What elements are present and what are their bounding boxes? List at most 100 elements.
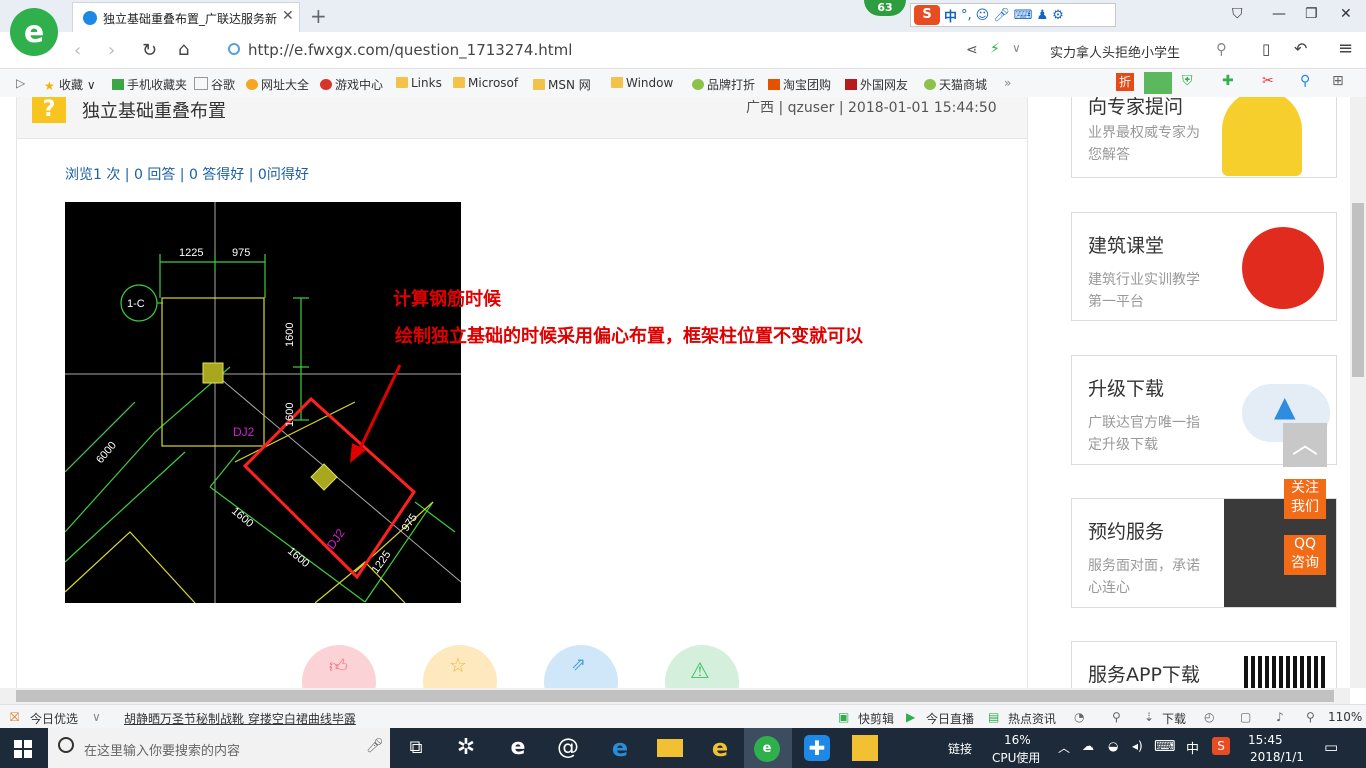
headline-link[interactable]: 胡静晒万圣节秘制战靴 穿搂空白裙曲线毕露 — [124, 710, 356, 727]
shirt-icon[interactable]: ⛉ — [1232, 6, 1243, 22]
plus-app-icon[interactable]: ✚ — [802, 733, 834, 763]
speed-icon[interactable]: ◔ — [1074, 710, 1084, 724]
bookmark-item[interactable]: 品牌打折 — [692, 76, 755, 93]
translate-icon[interactable]: ✚ — [1222, 73, 1234, 89]
bookmark-folder[interactable]: Microsof — [453, 76, 518, 90]
bookmark-item[interactable]: 天猫商城 — [924, 76, 987, 93]
minimize-icon[interactable]: — — [1272, 6, 1286, 22]
live-link[interactable]: 今日直播 — [926, 710, 974, 727]
today-picks-link[interactable]: 今日优选 — [30, 710, 78, 727]
lightning-icon[interactable]: ⚡ — [990, 41, 1000, 57]
skin-icon[interactable]: ♟ — [1037, 8, 1049, 23]
notes-app-icon[interactable] — [850, 733, 882, 763]
news-link[interactable]: 热点资讯 — [1008, 710, 1056, 727]
site-info-icon[interactable] — [228, 43, 240, 55]
edge-browser-icon[interactable]: e — [604, 733, 636, 763]
back-to-top-button[interactable]: ︿ — [1283, 423, 1327, 467]
notification-center-icon[interactable]: ▭ — [1324, 738, 1338, 756]
tools-icon[interactable]: ⚙ — [1052, 8, 1064, 23]
bookmark-item[interactable]: ★ 收藏 ∨ — [44, 76, 96, 93]
sidebar-toggle-icon[interactable]: ▷ — [16, 76, 25, 90]
restore-icon[interactable]: ❐ — [1305, 6, 1318, 22]
pin-icon[interactable]: ⚲ — [1112, 710, 1121, 724]
quick-cut-link[interactable]: 快剪辑 — [858, 710, 894, 727]
shield-icon[interactable]: ⛨ — [1182, 73, 1193, 89]
task-view-icon[interactable]: ⧉ — [400, 733, 432, 763]
scissors-icon[interactable]: ✂ — [1262, 73, 1274, 89]
keyboard-icon[interactable]: ⌨ — [1014, 8, 1033, 23]
undo-icon[interactable]: ↶ — [1294, 39, 1307, 58]
punctuation-icon[interactable]: °, — [961, 8, 972, 23]
people-icon[interactable]: ☁ — [1082, 739, 1094, 753]
close-window-icon[interactable]: ✕ — [1340, 6, 1352, 22]
mobile-icon[interactable]: ▯ — [1262, 40, 1270, 58]
refresh-icon[interactable]: ↻ — [142, 40, 157, 61]
fan-app-icon[interactable]: ✲ — [450, 733, 482, 763]
windows-start-icon[interactable] — [14, 740, 32, 758]
microphone-icon[interactable]: 🎤︎ — [993, 8, 1010, 23]
tab-close-icon[interactable]: ✕ — [282, 8, 294, 24]
show-hidden-icons[interactable]: ︿ — [1058, 739, 1070, 756]
microphone-icon[interactable]: 🎤︎ — [366, 738, 384, 754]
zoom-level[interactable]: 110% — [1328, 710, 1362, 724]
share-icon[interactable]: ⋖ — [966, 42, 978, 58]
download-link[interactable]: 下载 — [1162, 710, 1186, 727]
sidebar-card-app[interactable]: 服务APP下载 — [1071, 641, 1337, 688]
bookmark-folder[interactable]: Links — [396, 76, 442, 90]
home-icon[interactable]: ⌂ — [178, 39, 189, 60]
bookmark-item[interactable]: 游戏中心 — [320, 76, 383, 93]
taskbar-search-box[interactable]: 在这里输入你要搜索的内容 🎤︎ — [48, 728, 390, 768]
active-browser-task[interactable]: e — [744, 728, 792, 768]
question-stats[interactable]: 浏览1 次 | 0 回答 | 0 答得好 | 0问得好 — [65, 164, 309, 184]
ie-browser-icon[interactable]: e — [502, 733, 534, 763]
menu-icon[interactable]: ≡ — [1338, 38, 1353, 59]
book-icon[interactable] — [1144, 72, 1172, 94]
sogou-tray-icon[interactable]: S — [1212, 737, 1230, 755]
spiral-app-icon[interactable]: @ — [552, 733, 584, 763]
search-icon[interactable]: ⚲ — [1216, 40, 1227, 58]
vertical-scroll-thumb[interactable] — [1352, 203, 1364, 377]
browser-logo-icon[interactable]: e — [10, 8, 58, 56]
address-bar[interactable]: http://e.fwxgx.com/question_1713274.html — [248, 41, 572, 59]
new-tab-icon[interactable]: + — [310, 4, 327, 28]
zoom-icon[interactable]: ⚲ — [1306, 710, 1315, 724]
ime-mode[interactable]: 中 — [944, 6, 957, 25]
history-icon[interactable]: ◴ — [1204, 710, 1214, 724]
discount-icon[interactable]: 折 — [1116, 73, 1134, 91]
file-explorer-icon[interactable] — [654, 733, 686, 763]
tray-link-label[interactable]: 链接 — [948, 740, 972, 757]
sound-icon[interactable]: ♪ — [1276, 710, 1284, 724]
back-icon[interactable]: ‹ — [74, 40, 81, 61]
sidebar-card-expert[interactable]: 向专家提问 业界最权威专家为您解答 — [1071, 97, 1337, 178]
clock-date[interactable]: 2018/1/1 — [1250, 750, 1304, 764]
sidebar-card-course[interactable]: 建筑课堂 建筑行业实训教学第一平台 — [1071, 212, 1337, 321]
ime-toolbar[interactable]: S 中 °, ☺ 🎤︎ ⌨ ♟ ⚙ — [910, 3, 1116, 27]
bookmark-item[interactable]: 谷歌 — [194, 76, 235, 93]
apps-grid-icon[interactable]: ⊞ — [1332, 73, 1344, 89]
bookmark-item[interactable]: 淘宝团购 — [768, 76, 831, 93]
bookmark-item[interactable]: 手机收藏夹 — [112, 76, 187, 93]
ime-indicator[interactable]: 中 — [1186, 738, 1199, 757]
internet-explorer-icon[interactable]: e — [704, 733, 736, 763]
network-icon[interactable]: ◒ — [1108, 739, 1118, 753]
bookmark-folder[interactable]: MSN 网 — [533, 76, 591, 93]
qq-consult-button[interactable]: QQ咨询 — [1284, 535, 1326, 575]
emoji-icon[interactable]: ☺ — [976, 8, 990, 23]
follow-us-button[interactable]: 关注我们 — [1284, 479, 1326, 519]
bookmark-item[interactable]: 网址大全 — [246, 76, 309, 93]
volume-icon[interactable]: ◂) — [1132, 739, 1143, 753]
chevron-down-icon[interactable]: ∨ — [92, 710, 101, 724]
forward-icon[interactable]: › — [108, 40, 115, 61]
horizontal-scroll-thumb[interactable] — [16, 690, 1334, 702]
bookmark-folder[interactable]: Window — [611, 76, 673, 90]
vertical-scrollbar[interactable] — [1350, 97, 1366, 688]
bookmark-item[interactable]: 外国网友 — [845, 76, 908, 93]
browser-tab[interactable]: 独立基础重叠布置_广联达服务新 ✕ — [72, 2, 300, 32]
keyboard-icon[interactable]: ⌨ — [1154, 737, 1176, 755]
window-icon[interactable]: ▢ — [1240, 710, 1251, 724]
clock-time[interactable]: 15:45 — [1248, 733, 1283, 747]
chevron-down-icon[interactable]: ∨ — [1012, 41, 1021, 55]
search-input[interactable]: 实力拿人头拒绝小学生 — [1050, 42, 1180, 61]
more-bookmarks-icon[interactable]: » — [1004, 76, 1011, 90]
find-icon[interactable]: ⚲ — [1300, 73, 1310, 89]
